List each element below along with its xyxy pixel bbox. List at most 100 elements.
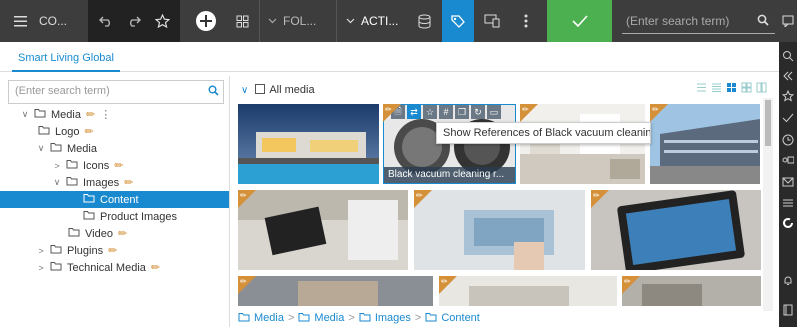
more-vertical-icon[interactable]: ⋮	[100, 108, 111, 121]
bell-icon[interactable]	[782, 274, 794, 286]
pencil-icon[interactable]: ✏	[108, 244, 117, 257]
pencil-icon[interactable]: ✏	[86, 108, 95, 121]
large-grid-view-icon[interactable]	[756, 82, 767, 96]
pencil-icon[interactable]: ✏	[84, 125, 93, 138]
media-action-bar: 🗎 ⇄ ☆ # ❐ ↻ ▭	[387, 104, 517, 120]
chevron-down-icon[interactable]: ∨	[52, 177, 62, 188]
breadcrumb-item[interactable]: Images	[375, 312, 411, 324]
clock-icon[interactable]	[782, 134, 794, 146]
global-search-placeholder: (Enter search term)	[626, 14, 730, 28]
chat-button[interactable]	[779, 0, 797, 42]
media-scrollbar[interactable]	[763, 98, 773, 311]
list-view-icon[interactable]	[696, 82, 707, 96]
list-icon[interactable]	[782, 197, 794, 209]
folder-dropdown[interactable]: FOL...	[268, 0, 332, 42]
media-thumbnail-tablet-app[interactable]: ✏	[591, 190, 761, 270]
devices-icon[interactable]: ▭	[487, 105, 501, 119]
folder-icon	[359, 312, 371, 325]
tree-item-icons[interactable]: > Icons ✏	[52, 157, 123, 174]
pencil-icon[interactable]: ✏	[124, 176, 133, 189]
refresh-icon[interactable]: ↻	[471, 105, 485, 119]
toggle-icon[interactable]	[782, 154, 795, 166]
tree-item-media[interactable]: ∨ Media	[36, 140, 97, 157]
pencil-icon[interactable]: ✏	[151, 261, 160, 274]
checkmark-icon[interactable]	[782, 112, 794, 124]
pencil-icon[interactable]: ✏	[114, 159, 123, 172]
global-search-input[interactable]: (Enter search term)	[622, 8, 775, 34]
star-icon[interactable]	[154, 14, 170, 28]
media-header[interactable]: ∨ All media	[241, 81, 315, 99]
media-thumbnail-smart-panel[interactable]: ✏	[414, 190, 585, 270]
small-grid-view-icon[interactable]	[726, 82, 737, 96]
database-button[interactable]	[408, 0, 440, 42]
actions-dropdown[interactable]: ACTI...	[346, 0, 406, 42]
right-sidebar-rail	[779, 42, 797, 327]
history-group	[88, 0, 180, 42]
search-icon[interactable]	[757, 14, 769, 29]
breadcrumb-item[interactable]: Content	[441, 312, 480, 324]
chevron-right-icon[interactable]: >	[36, 246, 46, 256]
tree-item-label: Content	[100, 193, 139, 206]
tree-item-technical-media[interactable]: > Technical Media ✏	[36, 259, 160, 276]
media-thumbnail-kitchen[interactable]	[520, 104, 645, 184]
references-icon[interactable]: ⇄	[407, 105, 421, 119]
tree-item-images[interactable]: ∨ Images ✏	[52, 174, 134, 191]
more-button[interactable]	[514, 0, 538, 42]
checkbox-icon[interactable]	[255, 83, 266, 97]
edit-corner-kitchen[interactable]: ✏	[520, 104, 538, 122]
folder-icon	[50, 261, 62, 274]
media-thumbnail-house[interactable]	[238, 104, 379, 184]
edit-corner-building[interactable]: ✏	[650, 104, 668, 122]
redo-icon[interactable]	[127, 15, 141, 27]
tree-item-product-images[interactable]: Product Images	[83, 208, 177, 225]
confirm-button[interactable]	[547, 0, 612, 42]
tree-item-label: Video	[85, 227, 113, 240]
undo-icon[interactable]	[98, 15, 113, 27]
refresh-icon[interactable]	[782, 217, 794, 229]
chevron-down-icon[interactable]: ∨	[36, 143, 46, 154]
star-icon[interactable]	[781, 89, 795, 102]
tag-button[interactable]	[442, 0, 474, 42]
hashtag-icon[interactable]: #	[439, 105, 453, 119]
book-icon[interactable]	[782, 304, 794, 316]
menu-button[interactable]: CO...	[0, 0, 88, 42]
search-icon[interactable]	[208, 85, 219, 99]
search-icon[interactable]	[782, 50, 794, 62]
chevron-right-icon[interactable]: >	[52, 161, 62, 171]
tab-smart-living-global[interactable]: Smart Living Global	[12, 42, 120, 72]
edit-corner-vacuum[interactable]: ✏	[383, 104, 401, 122]
media-thumbnail-tablet-kitchen[interactable]: ✏	[238, 190, 408, 270]
grid-view-button[interactable]	[228, 0, 256, 42]
tree-search-placeholder: (Enter search term)	[15, 85, 110, 97]
chevron-down-icon[interactable]: ∨	[241, 85, 248, 96]
devices-button[interactable]	[476, 0, 508, 42]
double-chevron-left-icon[interactable]	[782, 70, 794, 82]
folder-icon	[66, 176, 78, 189]
pencil-icon[interactable]: ✏	[118, 227, 127, 240]
tree-item-logo[interactable]: Logo ✏	[38, 123, 94, 140]
breadcrumb-item[interactable]: Media	[254, 312, 284, 324]
tree-item-plugins[interactable]: > Plugins ✏	[36, 242, 117, 259]
tree-search-input[interactable]: (Enter search term)	[8, 80, 224, 104]
chevron-right-icon[interactable]: >	[36, 263, 46, 273]
breadcrumb-item[interactable]: Media	[314, 312, 344, 324]
add-button[interactable]	[190, 0, 222, 42]
scrollbar-thumb[interactable]	[765, 100, 771, 146]
media-thumbnail-row3-3[interactable]: ✏	[622, 276, 761, 306]
mail-icon[interactable]	[782, 176, 794, 188]
tree-item-label: Images	[83, 176, 120, 189]
tree-item-video[interactable]: Video ✏	[68, 225, 127, 242]
chevron-down-icon	[346, 18, 355, 24]
chevron-right-icon: >	[348, 312, 355, 324]
folder-icon	[66, 159, 78, 172]
media-thumbnail-row3-1[interactable]: ✏	[238, 276, 433, 306]
chevron-down-icon[interactable]: ∨	[20, 109, 30, 120]
star-icon[interactable]: ☆	[423, 105, 437, 119]
tree-item-media-root[interactable]: ∨ Media ✏ ⋮	[20, 106, 111, 123]
chevron-right-icon: >	[414, 312, 422, 324]
copy-icon[interactable]: ❐	[455, 105, 469, 119]
tree-item-content[interactable]: Content	[0, 191, 229, 208]
details-view-icon[interactable]	[711, 82, 722, 96]
media-thumbnail-row3-2[interactable]: ✏	[439, 276, 617, 306]
medium-grid-view-icon[interactable]	[741, 82, 752, 96]
